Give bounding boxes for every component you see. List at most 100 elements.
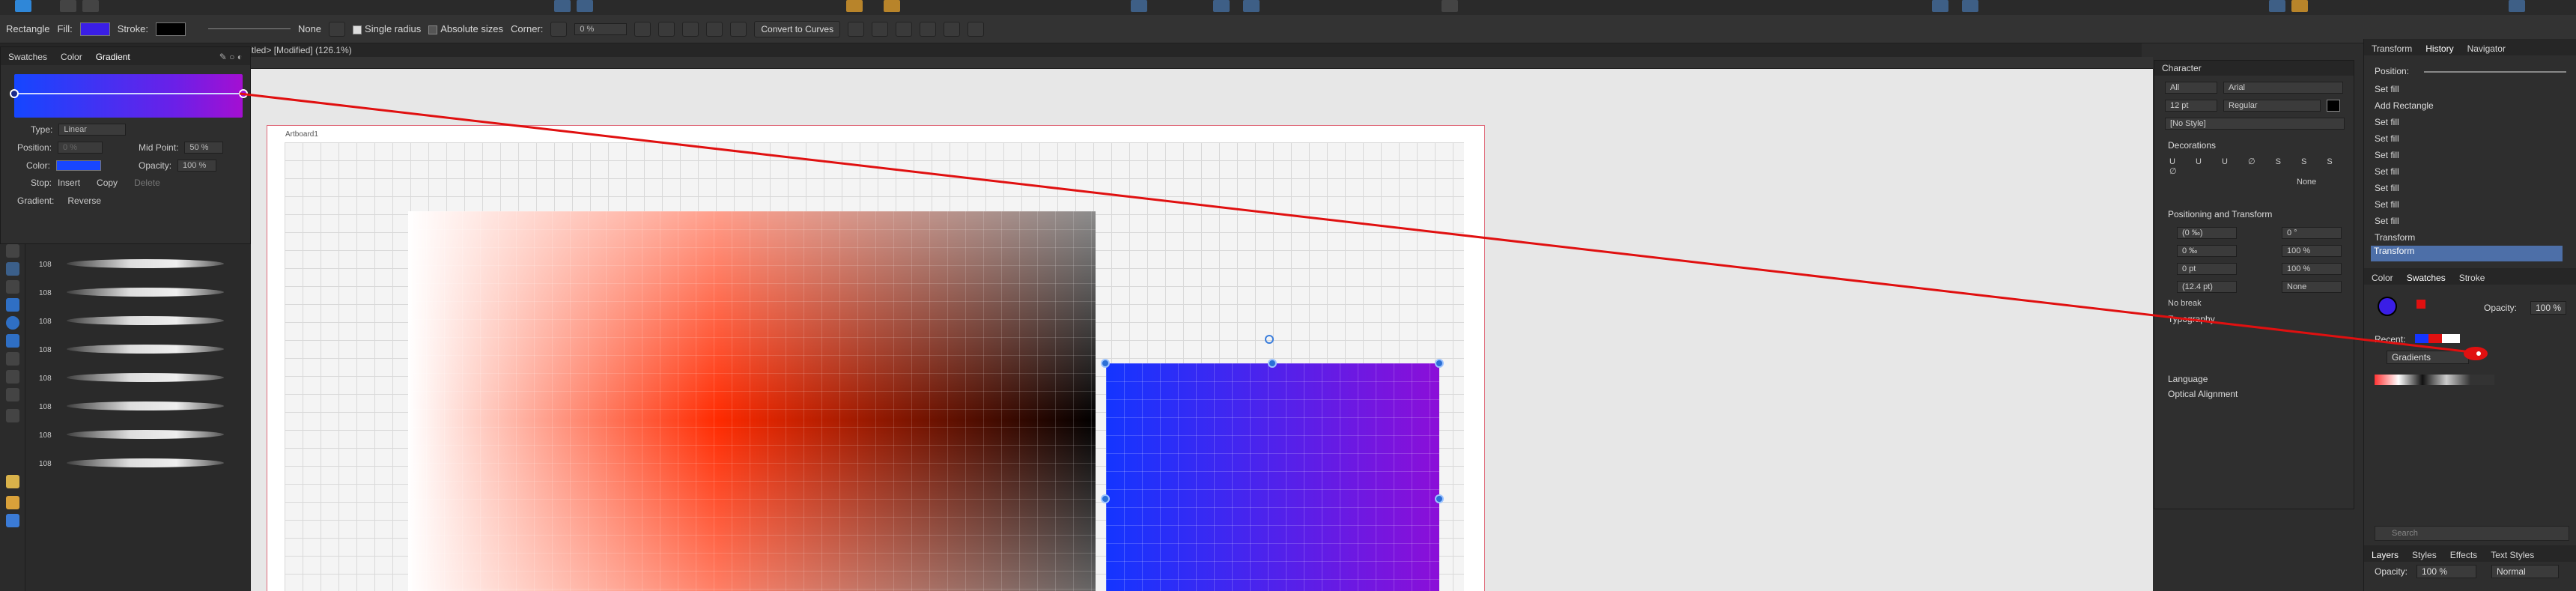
tracking-field[interactable]: 0 ‰ bbox=[2177, 245, 2237, 257]
gradient-stop-start[interactable] bbox=[10, 89, 19, 98]
optical-alignment-section[interactable]: Optical Alignment bbox=[2154, 389, 2355, 399]
boolean-icon-2[interactable] bbox=[1962, 0, 1978, 12]
color-picker-tool-icon[interactable] bbox=[6, 475, 19, 488]
brush-preview[interactable] bbox=[67, 316, 224, 325]
history-selected-item[interactable]: Transform bbox=[2371, 246, 2563, 261]
hscale-field[interactable]: 100 % bbox=[2282, 245, 2342, 257]
red-gradient-rectangle[interactable] bbox=[408, 211, 1096, 591]
order-icon[interactable] bbox=[1213, 0, 1230, 12]
decorations-section[interactable]: Decorations bbox=[2154, 140, 2355, 151]
rectangle-tool-icon[interactable] bbox=[6, 298, 19, 312]
gradient-swatches[interactable] bbox=[2375, 375, 2494, 385]
blue-gradient-rectangle[interactable] bbox=[1106, 363, 1439, 591]
transform-icon-4[interactable] bbox=[706, 21, 723, 37]
typography-section[interactable]: Typography bbox=[2154, 314, 2355, 324]
snapping-icon-2[interactable] bbox=[884, 0, 900, 12]
style-dropdown[interactable]: [No Style] bbox=[2165, 118, 2345, 130]
distribute-icon-2[interactable] bbox=[944, 21, 961, 37]
settings-icon[interactable] bbox=[2509, 0, 2525, 12]
scope-dropdown[interactable]: All bbox=[2165, 82, 2217, 94]
align-left-icon[interactable] bbox=[848, 21, 865, 37]
pen-tool-icon[interactable] bbox=[6, 388, 19, 401]
frame-text-tool-icon[interactable] bbox=[6, 244, 19, 258]
distribute-icon-1[interactable] bbox=[920, 21, 937, 37]
opacity-field[interactable]: 100 % bbox=[177, 160, 217, 172]
history-item[interactable]: Set fill bbox=[2375, 150, 2399, 160]
order-icon-2[interactable] bbox=[1243, 0, 1260, 12]
recent-swatches[interactable] bbox=[2415, 334, 2460, 343]
reverse-button[interactable]: Reverse bbox=[67, 196, 101, 206]
selection-handle-right[interactable] bbox=[1435, 494, 1444, 503]
gradient-stop-end[interactable] bbox=[239, 89, 248, 98]
no-break-option[interactable]: No break bbox=[2168, 299, 2202, 308]
tab-color-2[interactable]: Color bbox=[2372, 273, 2393, 283]
blend-mode-dropdown[interactable]: Normal bbox=[2491, 565, 2559, 578]
fill-color-well[interactable] bbox=[2378, 297, 2397, 316]
snapping-icon[interactable] bbox=[846, 0, 863, 12]
transform-icon-1[interactable] bbox=[634, 21, 651, 37]
history-item[interactable]: Add Rectangle bbox=[2375, 100, 2434, 111]
place-image-tool-icon[interactable] bbox=[6, 262, 19, 276]
share-icon[interactable] bbox=[82, 0, 99, 12]
stop-color-swatch[interactable] bbox=[56, 160, 102, 171]
decoration-buttons[interactable]: U U U ∅ S S S ∅ bbox=[2169, 157, 2354, 176]
brush-preview[interactable] bbox=[67, 430, 224, 439]
layers-opacity-field[interactable]: 100 % bbox=[2416, 565, 2476, 578]
insert-button[interactable]: Insert bbox=[58, 178, 80, 188]
gradient-preview-bar[interactable] bbox=[14, 74, 243, 118]
layers-search-input[interactable]: Search bbox=[2375, 526, 2569, 541]
stroke-width-slider[interactable] bbox=[207, 28, 291, 29]
stroke-options-icon[interactable] bbox=[329, 21, 346, 37]
tab-text-styles[interactable]: Text Styles bbox=[2491, 550, 2534, 560]
brush-preview[interactable] bbox=[67, 401, 224, 410]
history-item[interactable]: Set fill bbox=[2375, 183, 2399, 193]
kerning-field[interactable]: (0 ‰) bbox=[2177, 227, 2237, 239]
tab-navigator[interactable]: Navigator bbox=[2467, 43, 2506, 54]
document-tab[interactable]: titled> [Modified] (126.1%) bbox=[0, 43, 2142, 57]
eyedropper-icon[interactable]: ✎ ○ ◐ bbox=[219, 52, 243, 62]
weight-dropdown[interactable]: Regular bbox=[2223, 100, 2321, 112]
language-section[interactable]: Language bbox=[2154, 374, 2355, 384]
align-right-icon[interactable] bbox=[896, 21, 913, 37]
history-item[interactable]: Set fill bbox=[2375, 133, 2399, 144]
history-item[interactable]: Transform bbox=[2375, 232, 2415, 243]
convert-to-curves-button[interactable]: Convert to Curves bbox=[754, 20, 841, 37]
midpoint-field[interactable]: 50 % bbox=[184, 142, 224, 154]
selection-handle-tl[interactable] bbox=[1101, 359, 1110, 368]
leading-field[interactable]: (12.4 pt) bbox=[2177, 281, 2237, 293]
vscale-field[interactable]: 100 % bbox=[2282, 263, 2342, 275]
history-item[interactable]: Set fill bbox=[2375, 199, 2399, 210]
ellipse-tool-icon[interactable] bbox=[6, 316, 19, 330]
single-radius-checkbox[interactable]: Single radius bbox=[353, 23, 421, 34]
arrange-icon[interactable] bbox=[1442, 0, 1458, 12]
transform-icon-3[interactable] bbox=[682, 21, 699, 37]
eyedropper-tool-icon[interactable] bbox=[6, 409, 19, 422]
distribute-icon-3[interactable] bbox=[967, 21, 985, 37]
rotate-field[interactable]: 0 ° bbox=[2282, 227, 2342, 239]
swatch-category-dropdown[interactable]: Gradients bbox=[2387, 351, 2469, 364]
copy-button[interactable]: Copy bbox=[97, 178, 118, 188]
tab-transform[interactable]: Transform bbox=[2372, 43, 2412, 54]
assistant-icon[interactable] bbox=[2269, 0, 2285, 12]
size-field[interactable]: 12 pt bbox=[2165, 100, 2217, 112]
text-color-swatch[interactable] bbox=[2327, 100, 2340, 112]
transparency-tool-icon[interactable] bbox=[6, 352, 19, 366]
absolute-sizes-checkbox[interactable]: Absolute sizes bbox=[428, 23, 503, 34]
brush-preview[interactable] bbox=[67, 288, 224, 297]
tab-swatches-2[interactable]: Swatches bbox=[2407, 273, 2446, 283]
zoom-tool-icon[interactable] bbox=[6, 514, 19, 527]
fill-swatch[interactable] bbox=[79, 22, 110, 36]
corner-value-field[interactable]: 0 % bbox=[574, 22, 628, 35]
view-mode-icon-2[interactable] bbox=[577, 0, 593, 12]
script-dropdown[interactable]: None bbox=[2282, 281, 2342, 293]
align-icon[interactable] bbox=[1131, 0, 1147, 12]
selection-handle-top[interactable] bbox=[1268, 359, 1277, 368]
baseline-field[interactable]: 0 pt bbox=[2177, 263, 2237, 275]
position-field[interactable]: 0 % bbox=[58, 142, 103, 154]
tab-history[interactable]: History bbox=[2425, 43, 2453, 54]
positioning-section[interactable]: Positioning and Transform bbox=[2154, 209, 2355, 219]
table-tool-icon[interactable] bbox=[6, 370, 19, 384]
selection-handle-left[interactable] bbox=[1101, 494, 1110, 503]
type-dropdown[interactable]: Linear bbox=[58, 124, 127, 136]
history-item[interactable]: Set fill bbox=[2375, 117, 2399, 127]
